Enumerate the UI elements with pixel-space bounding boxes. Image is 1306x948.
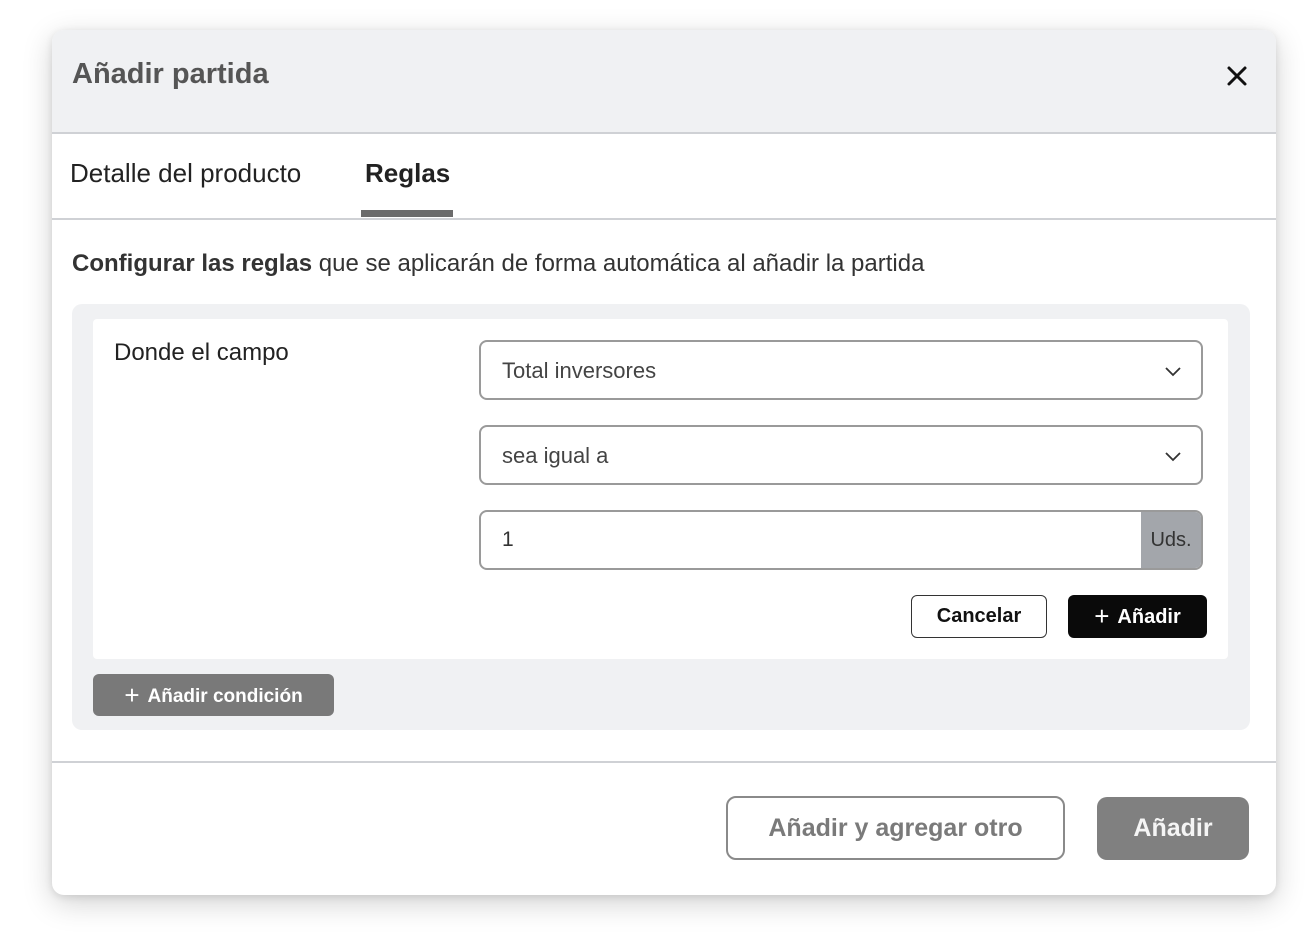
footer-divider <box>52 761 1276 763</box>
chevron-down-icon <box>1165 452 1181 462</box>
modal-header: Añadir partida <box>52 30 1276 134</box>
add-rule-button[interactable]: + Añadir <box>1068 595 1207 638</box>
cancel-button[interactable]: Cancelar <box>911 595 1047 638</box>
tab-product-detail[interactable]: Detalle del producto <box>70 158 301 189</box>
rules-description-text: que se aplicarán de forma automática al … <box>312 250 925 277</box>
active-tab-indicator <box>361 210 453 217</box>
add-condition-label: Añadir condición <box>147 686 303 707</box>
field-label: Donde el campo <box>114 339 289 366</box>
plus-icon: + <box>1094 601 1110 631</box>
tab-rules[interactable]: Reglas <box>365 158 450 189</box>
modal-title: Añadir partida <box>72 58 269 90</box>
close-icon <box>1227 66 1247 86</box>
add-rule-label: Añadir <box>1117 606 1181 628</box>
unit-suffix: Uds. <box>1141 512 1201 568</box>
rules-description-bold: Configurar las reglas <box>72 250 313 277</box>
operator-select[interactable]: sea igual a <box>479 425 1203 485</box>
add-item-modal: Añadir partida Detalle del producto Regl… <box>52 30 1276 895</box>
value-input-group: Uds. <box>479 510 1203 570</box>
rules-panel: Donde el campo Total inversores sea igua… <box>72 304 1250 730</box>
field-select-value: Total inversores <box>502 358 657 383</box>
close-button[interactable] <box>1222 61 1252 91</box>
add-and-another-button[interactable]: Añadir y agregar otro <box>726 796 1065 860</box>
value-input[interactable] <box>481 512 1143 568</box>
plus-icon: + <box>124 680 140 710</box>
rules-description: Configurar las reglas que se aplicarán d… <box>72 250 924 278</box>
add-button[interactable]: Añadir <box>1097 797 1249 860</box>
field-select[interactable]: Total inversores <box>479 340 1203 400</box>
chevron-down-icon <box>1165 367 1181 377</box>
add-condition-button[interactable]: + Añadir condición <box>93 674 334 716</box>
tab-bar: Detalle del producto Reglas <box>52 134 1276 220</box>
operator-select-value: sea igual a <box>502 443 609 468</box>
rule-card: Donde el campo Total inversores sea igua… <box>93 319 1228 659</box>
